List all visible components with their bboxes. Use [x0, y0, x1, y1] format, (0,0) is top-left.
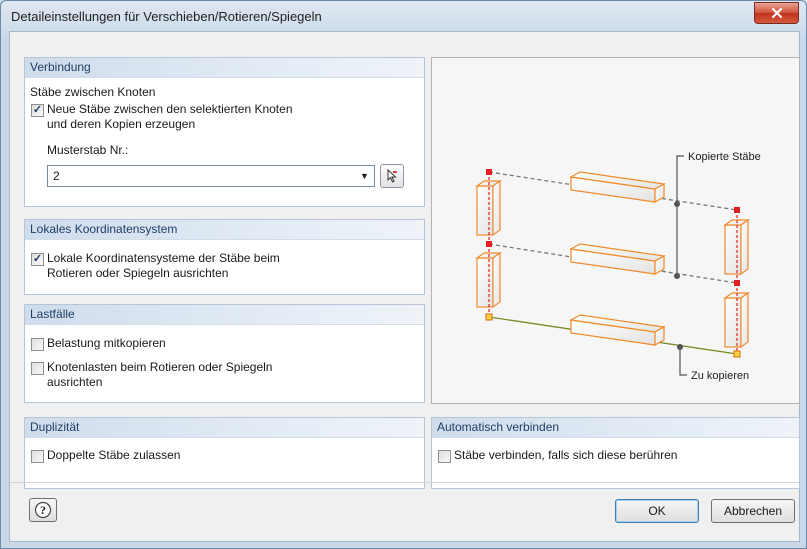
musterstab-label: Musterstab Nr.: [47, 143, 129, 157]
dialog-client-area: Verbindung Stäbe zwischen Knoten Neue St… [9, 31, 800, 542]
doppelte-staebe-label: Doppelte Stäbe zulassen [47, 448, 181, 462]
zu-kopieren-label: Zu kopieren [691, 370, 749, 382]
chevron-down-icon: ▼ [360, 170, 369, 181]
group-header-koordinatensystem: Lokales Koordinatensystem [25, 220, 424, 239]
cancel-button[interactable]: Abbrechen [711, 499, 795, 523]
staebe-zwischen-knoten-label: Stäbe zwischen Knoten [30, 85, 156, 99]
doppelte-staebe-checkbox[interactable] [31, 450, 44, 463]
svg-text:?: ? [40, 503, 46, 517]
staebe-verbinden-label: Stäbe verbinden, falls sich diese berühr… [454, 448, 678, 462]
title-bar: Detaileinstellungen für Verschieben/Roti… [1, 1, 806, 31]
help-button[interactable]: ? [29, 498, 57, 522]
footer-separator [10, 482, 799, 483]
close-icon [771, 7, 782, 19]
preview-panel: Kopierte Stäbe Zu kopieren [431, 57, 800, 404]
musterstab-value: 2 [53, 169, 60, 183]
group-header-verbindung: Verbindung [25, 58, 424, 77]
ok-button[interactable]: OK [615, 499, 699, 523]
koordinatensysteme-label-line2: Rotieren oder Spiegeln ausrichten [47, 266, 229, 280]
copy-preview-diagram: Kopierte Stäbe Zu kopieren [475, 151, 761, 382]
window-title: Detaileinstellungen für Verschieben/Roti… [11, 9, 322, 24]
staebe-verbinden-checkbox[interactable] [438, 450, 451, 463]
neue-staebe-checkbox[interactable] [31, 104, 44, 117]
help-icon: ? [34, 501, 52, 519]
group-header-automatisch-verbinden: Automatisch verbinden [432, 418, 799, 437]
pick-member-button[interactable] [380, 164, 404, 188]
kopierte-staebe-label: Kopierte Stäbe [688, 151, 761, 163]
knotenlasten-label-line2: ausrichten [47, 375, 103, 389]
knotenlasten-checkbox[interactable] [31, 362, 44, 375]
group-duplizitaet: Duplizität Doppelte Stäbe zulassen [24, 417, 425, 489]
group-verbindung: Verbindung Stäbe zwischen Knoten Neue St… [24, 57, 425, 207]
group-koordinatensystem: Lokales Koordinatensystem Lokale Koordin… [24, 219, 425, 295]
group-header-duplizitaet: Duplizität [25, 418, 424, 437]
dialog-window: Detaileinstellungen für Verschieben/Roti… [0, 0, 807, 549]
musterstab-select[interactable]: 2 ▼ [47, 165, 375, 187]
belastung-checkbox[interactable] [31, 338, 44, 351]
koordinatensysteme-label-line1: Lokale Koordinatensysteme der Stäbe beim [47, 251, 280, 265]
group-automatisch-verbinden: Automatisch verbinden Stäbe verbinden, f… [431, 417, 800, 489]
belastung-label: Belastung mitkopieren [47, 336, 166, 350]
close-button[interactable] [754, 2, 799, 24]
koordinatensysteme-checkbox[interactable] [31, 253, 44, 266]
neue-staebe-label-line2: und deren Kopien erzeugen [47, 117, 196, 131]
neue-staebe-label-line1: Neue Stäbe zwischen den selektierten Kno… [47, 102, 293, 116]
pointer-pick-icon [387, 169, 397, 183]
group-lastfaelle: Lastfälle Belastung mitkopieren Knotenla… [24, 304, 425, 403]
group-header-lastfaelle: Lastfälle [25, 305, 424, 324]
knotenlasten-label-line1: Knotenlasten beim Rotieren oder Spiegeln [47, 360, 273, 374]
